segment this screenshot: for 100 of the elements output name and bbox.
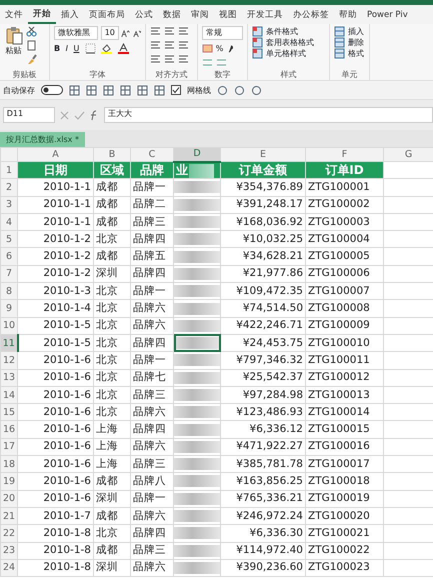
table-cell: ZTG100017 [306, 456, 384, 473]
align-icon[interactable] [150, 40, 161, 51]
row-header[interactable]: 3 [0, 196, 18, 214]
shrink-font-icon[interactable] [132, 28, 141, 38]
ribbon-tab[interactable]: 插入 [56, 5, 84, 24]
formula-field[interactable]: 王大大 [104, 107, 433, 123]
table-cell: ¥390,236.60 [220, 559, 306, 577]
row-header[interactable]: 23 [0, 542, 18, 560]
underline-button[interactable]: U [73, 42, 80, 54]
ribbon-tab[interactable]: 帮助 [334, 5, 362, 24]
column-header[interactable]: B [94, 148, 130, 162]
autosave-toggle[interactable] [41, 85, 63, 95]
cells-icon[interactable] [334, 26, 345, 37]
ribbon-tab[interactable]: 视图 [214, 5, 242, 24]
row-header[interactable]: 20 [0, 490, 18, 508]
font-color-icon[interactable] [118, 42, 129, 54]
style-menu-button[interactable]: 套用表格格式 [266, 37, 314, 48]
ribbon-tab[interactable]: 审阅 [186, 5, 214, 24]
table-cell: ZTG100011 [306, 352, 384, 370]
redacted-block [174, 492, 220, 505]
group-label: 样式 [280, 69, 298, 80]
ribbon-tab[interactable]: Power Piv [362, 5, 413, 24]
table-cell: ZTG100012 [306, 369, 384, 386]
row-header[interactable]: 7 [0, 265, 18, 283]
scissors-icon[interactable] [26, 26, 37, 37]
cells-menu-button[interactable]: 删除 [348, 37, 364, 48]
row-header[interactable]: 15 [0, 404, 18, 421]
row-header[interactable]: 1 [0, 162, 18, 179]
align-icon[interactable] [150, 26, 161, 37]
cells-menu-button[interactable]: 插入 [348, 26, 364, 37]
grow-font-icon[interactable] [121, 28, 130, 38]
ribbon-tab[interactable]: 数据 [158, 5, 186, 24]
align-icon[interactable] [178, 40, 188, 51]
style-menu-button[interactable]: 单元格样式 [266, 48, 306, 59]
clipboard-icon[interactable] [4, 26, 23, 45]
align-icon[interactable] [164, 54, 175, 64]
cells-icon[interactable] [334, 48, 345, 59]
bold-button[interactable]: B [54, 42, 60, 54]
gridlines-checkbox[interactable] [171, 85, 181, 95]
copy-icon[interactable] [26, 40, 37, 51]
table-cell: ZTG100023 [306, 559, 384, 577]
table-style-icon[interactable] [252, 37, 263, 48]
align-icon[interactable] [178, 54, 188, 64]
row-header[interactable]: 16 [0, 420, 18, 438]
row-header[interactable]: 6 [0, 248, 18, 266]
table-cell: 品牌七 [130, 369, 174, 386]
table-cell: 品牌一 [130, 178, 174, 196]
percent-button[interactable]: % [216, 42, 224, 54]
align-icon[interactable] [150, 54, 161, 64]
table-cell: ZTG100002 [306, 196, 384, 214]
paste-button[interactable]: 粘贴 [6, 45, 22, 56]
row-header[interactable]: 9 [0, 300, 18, 318]
column-header[interactable]: C [130, 148, 174, 162]
grid-icon[interactable] [86, 84, 97, 96]
ribbon-tab[interactable]: 文件 [0, 5, 28, 24]
table-style-icon[interactable] [252, 26, 263, 37]
font-name-field[interactable]: 微软雅黑 [54, 26, 98, 40]
table-style-icon[interactable] [252, 48, 263, 59]
border-icon[interactable] [84, 42, 96, 54]
row-header[interactable]: 19 [0, 472, 18, 490]
row-header[interactable]: 21 [0, 507, 18, 525]
row-header[interactable]: 11 [0, 334, 18, 352]
row-header[interactable]: 10 [0, 317, 18, 334]
row-header[interactable]: 5 [0, 230, 18, 248]
font-size-field[interactable]: 10 [100, 26, 119, 40]
align-icon[interactable] [164, 26, 175, 37]
style-menu-button[interactable]: 条件格式 [266, 26, 298, 37]
ribbon-tab[interactable]: 公式 [130, 5, 158, 24]
redacted-block [174, 544, 220, 557]
align-icon[interactable] [178, 26, 188, 37]
row-header[interactable]: 24 [0, 559, 18, 577]
row-header[interactable]: 13 [0, 369, 18, 386]
fill-color-icon[interactable] [101, 42, 112, 54]
ribbon-tab[interactable]: 开发工具 [242, 5, 288, 24]
name-box[interactable]: D11 [2, 107, 55, 123]
column-header[interactable]: D [174, 148, 220, 162]
row-header[interactable]: 17 [0, 438, 18, 456]
row-header[interactable]: 18 [0, 456, 18, 473]
row-header[interactable]: 4 [0, 213, 18, 231]
table-cell: ¥391,248.17 [220, 196, 306, 214]
header-cell: 日期 [18, 162, 94, 179]
column-header[interactable]: G [384, 148, 433, 162]
row-header[interactable]: 22 [0, 524, 18, 542]
file-tab[interactable]: 按月汇总数据.xlsx * [0, 132, 85, 147]
row-header[interactable]: 14 [0, 386, 18, 404]
row-header[interactable]: 12 [0, 352, 18, 370]
cells-icon[interactable] [334, 37, 345, 48]
group-label: 数字 [214, 69, 232, 80]
cells-menu-button[interactable]: 格式 [348, 48, 364, 59]
number-format-field[interactable]: 常规 [202, 26, 243, 40]
column-header[interactable]: F [306, 148, 384, 162]
ribbon-tab[interactable]: 办公标签 [288, 5, 334, 24]
row-header[interactable]: 2 [0, 178, 18, 196]
row-header[interactable]: 8 [0, 282, 18, 300]
column-header[interactable]: A [18, 148, 94, 162]
italic-button[interactable]: I [66, 42, 68, 54]
column-header[interactable]: E [220, 148, 306, 162]
redacted-block [174, 406, 220, 418]
ribbon-tab[interactable]: 页面布局 [84, 5, 130, 24]
align-icon[interactable] [164, 40, 175, 51]
